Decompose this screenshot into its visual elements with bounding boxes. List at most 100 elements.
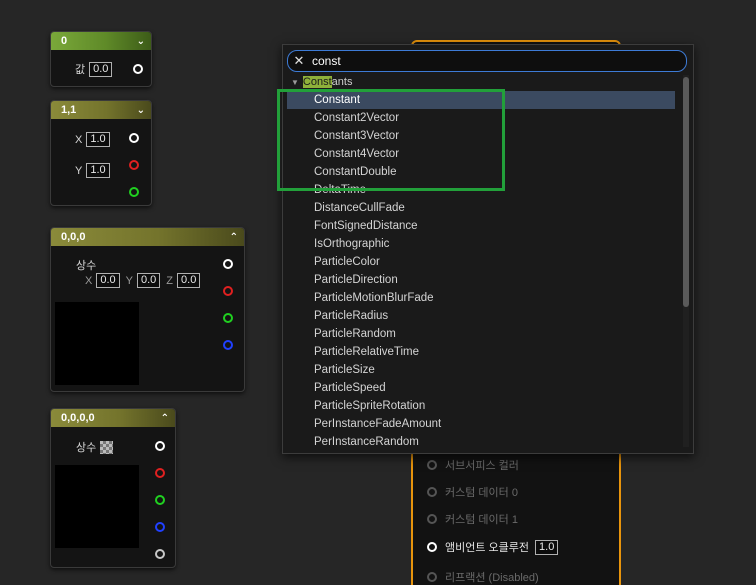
search-result-item[interactable]: Constant2Vector: [287, 109, 675, 127]
input-label: 리프랙션 (Disabled): [445, 572, 539, 584]
search-result-item[interactable]: DeltaTime: [287, 181, 675, 199]
b-output-pin[interactable]: [155, 522, 165, 532]
chevron-up-icon[interactable]: ⌃: [230, 232, 238, 243]
search-result-item[interactable]: Constant3Vector: [287, 127, 675, 145]
chevron-down-icon[interactable]: ⌄: [137, 105, 145, 116]
g-output-pin[interactable]: [155, 495, 165, 505]
g-output-pin[interactable]: [223, 313, 233, 323]
constant-node[interactable]: 0 ⌄ 값 0.0: [50, 31, 152, 87]
search-result-item[interactable]: ParticleRelativeTime: [287, 343, 675, 361]
node-header[interactable]: 0,0,0,0 ⌃: [51, 409, 175, 427]
search-input[interactable]: [310, 54, 686, 68]
search-result-item[interactable]: Constant4Vector: [287, 145, 675, 163]
ambient-occlusion-value[interactable]: 1.0: [535, 539, 559, 555]
output-pin[interactable]: [129, 133, 139, 143]
category-constants[interactable]: ▼ Const ants: [287, 74, 352, 90]
value-row: 값 0.0: [75, 61, 113, 77]
value-label: 값: [75, 64, 86, 76]
y-value-field[interactable]: 1.0: [86, 163, 110, 178]
search-result-item[interactable]: ParticleSize: [287, 361, 675, 379]
output-pin[interactable]: [155, 441, 165, 451]
category-label-rest: ants: [331, 76, 353, 88]
constant3vector-node[interactable]: 0,0,0 ⌃ 상수 X 0.0 Y 0.0 Z 0.0: [50, 227, 245, 392]
scrollbar-thumb[interactable]: [683, 77, 689, 307]
input-row-subsurface[interactable]: 서브서피스 컬러: [427, 457, 519, 473]
constant-label: 상수: [76, 442, 97, 454]
search-box[interactable]: ✕: [287, 50, 687, 72]
z-value-field[interactable]: 0.0: [177, 273, 201, 288]
search-result-item[interactable]: ParticleMotionBlurFade: [287, 289, 675, 307]
search-result-item[interactable]: ConstantDouble: [287, 163, 675, 181]
search-result-item[interactable]: ParticleRadius: [287, 307, 675, 325]
z-label: Z: [166, 274, 174, 287]
input-label: 앰비언트 오클루전: [445, 542, 530, 554]
y-label: Y: [75, 164, 83, 177]
constant2vector-node[interactable]: 1,1 ⌄ X 1.0 Y 1.0: [50, 100, 152, 206]
a-output-pin[interactable]: [155, 549, 165, 559]
expand-triangle-icon[interactable]: ▼: [291, 78, 299, 87]
color-preview: [55, 302, 139, 385]
chevron-up-icon[interactable]: ⌃: [161, 413, 169, 424]
node-title: 0,0,0,0: [61, 412, 95, 424]
search-result-item[interactable]: PerInstanceRandom: [287, 433, 675, 450]
r-output-pin[interactable]: [155, 468, 165, 478]
constant-label-row: 상수: [76, 257, 96, 273]
search-result-item[interactable]: ParticleRandom: [287, 325, 675, 343]
value-field[interactable]: 0.0: [89, 61, 113, 77]
checker-swatch-icon[interactable]: [100, 440, 114, 454]
output-pin[interactable]: [133, 64, 143, 74]
input-row-refraction[interactable]: 리프랙션 (Disabled): [427, 569, 539, 585]
search-result-item[interactable]: ParticleColor: [287, 253, 675, 271]
category-match-highlight: Const: [302, 76, 332, 88]
input-label: 서브서피스 컬러: [445, 460, 519, 472]
node-title: 0,0,0: [61, 231, 86, 243]
g-output-pin[interactable]: [129, 187, 139, 197]
constant-label: 상수: [76, 260, 97, 272]
search-result-item[interactable]: FontSignedDistance: [287, 217, 675, 235]
input-pin[interactable]: [427, 460, 437, 470]
search-result-item[interactable]: IsOrthographic: [287, 235, 675, 253]
input-pin[interactable]: [427, 572, 437, 582]
xyz-row: X 0.0 Y 0.0 Z 0.0: [85, 273, 201, 288]
color-preview: [55, 465, 139, 548]
input-pin[interactable]: [427, 542, 437, 552]
x-value-field[interactable]: 0.0: [96, 273, 120, 288]
constant-label-row: 상수: [76, 439, 114, 455]
output-pin[interactable]: [223, 259, 233, 269]
b-output-pin[interactable]: [223, 340, 233, 350]
search-result-item[interactable]: ParticleDirection: [287, 271, 675, 289]
search-result-item[interactable]: ParticleSpriteRotation: [287, 397, 675, 415]
node-title: 0: [61, 35, 68, 47]
x-row: X 1.0: [75, 132, 110, 147]
input-pin[interactable]: [427, 514, 437, 524]
r-output-pin[interactable]: [129, 160, 139, 170]
close-icon[interactable]: ✕: [288, 53, 310, 69]
x-label: X: [75, 133, 83, 146]
input-row-custom-data-1[interactable]: 커스텀 데이터 1: [427, 511, 518, 527]
search-result-item[interactable]: DistanceCullFade: [287, 199, 675, 217]
node-header[interactable]: 0 ⌄: [51, 32, 151, 50]
x-value-field[interactable]: 1.0: [86, 132, 110, 147]
search-result-item[interactable]: PerInstanceFadeAmount: [287, 415, 675, 433]
input-row-custom-data-0[interactable]: 커스텀 데이터 0: [427, 484, 518, 500]
input-row-ambient-occlusion[interactable]: 앰비언트 오클루전 1.0: [427, 539, 559, 555]
input-label: 커스텀 데이터 1: [445, 514, 518, 526]
input-pin[interactable]: [427, 487, 437, 497]
input-label: 커스텀 데이터 0: [445, 487, 518, 499]
material-graph-canvas[interactable]: 0 ⌄ 값 0.0 1,1 ⌄ X 1.0 Y 1.0 0,0,0 ⌃ 상수 X…: [0, 0, 756, 585]
y-row: Y 1.0: [75, 163, 110, 178]
r-output-pin[interactable]: [223, 286, 233, 296]
search-result-item[interactable]: ParticleSpeed: [287, 379, 675, 397]
node-header[interactable]: 1,1 ⌄: [51, 101, 151, 119]
node-search-menu[interactable]: ✕ ▼ Constants ConstantConstant2VectorCon…: [282, 44, 694, 454]
node-header[interactable]: 0,0,0 ⌃: [51, 228, 244, 246]
chevron-down-icon[interactable]: ⌄: [137, 36, 145, 47]
node-title: 1,1: [61, 104, 77, 116]
search-results-list[interactable]: ▼ Const ants Constant Constant2Vector Const…: [287, 74, 675, 450]
scrollbar[interactable]: [683, 75, 689, 447]
search-result-item[interactable]: Constant: [287, 91, 675, 109]
y-label: Y: [125, 274, 133, 287]
x-label: X: [85, 274, 93, 287]
constant4vector-node[interactable]: 0,0,0,0 ⌃ 상수: [50, 408, 176, 568]
y-value-field[interactable]: 0.0: [136, 273, 161, 288]
